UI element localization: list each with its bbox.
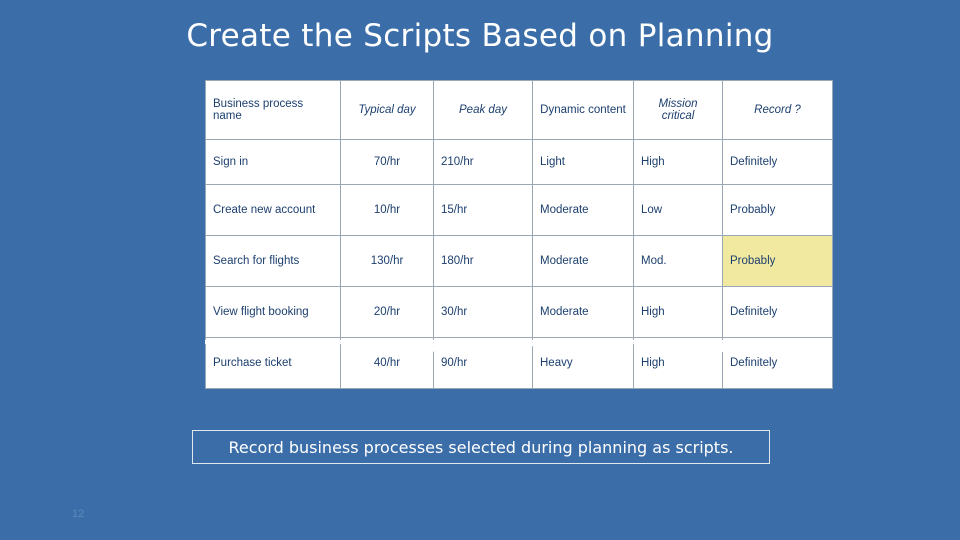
- cell-record-highlighted: Probably: [722, 235, 833, 287]
- cell-dynamic-content: Moderate: [532, 286, 634, 338]
- cell-dynamic-content: Moderate: [532, 184, 634, 236]
- business-process-table: Business process name Typical day Peak d…: [205, 80, 833, 389]
- table-row: Create new account 10/hr 15/hr Moderate …: [205, 184, 833, 236]
- page-title: Create the Scripts Based on Planning: [186, 18, 774, 54]
- cell-process-name: Search for flights: [205, 235, 341, 287]
- table-body: Sign in 70/hr 210/hr Light High Definite…: [205, 139, 833, 389]
- slide: Create the Scripts Based on Planning Bus…: [0, 0, 960, 540]
- cell-record: Definitely: [722, 286, 833, 338]
- cell-process-name: Create new account: [205, 184, 341, 236]
- header-typical-day: Typical day: [340, 80, 434, 140]
- cell-record: Probably: [722, 184, 833, 236]
- table-header: Business process name Typical day Peak d…: [205, 80, 833, 140]
- cell-typical-day: 10/hr: [340, 184, 434, 236]
- table-row: View flight booking 20/hr 30/hr Moderate…: [205, 286, 833, 338]
- cell-process-name: Sign in: [205, 139, 341, 185]
- table-row: Purchase ticket 40/hr 90/hr Heavy High D…: [205, 337, 833, 389]
- cell-peak-day: 90/hr: [433, 337, 533, 389]
- cell-mission-critical: Mod.: [633, 235, 723, 287]
- cell-record: Definitely: [722, 337, 833, 389]
- cell-typical-day: 70/hr: [340, 139, 434, 185]
- header-peak-day: Peak day: [433, 80, 533, 140]
- cell-typical-day: 20/hr: [340, 286, 434, 338]
- page-number: 12: [72, 508, 85, 520]
- cell-mission-critical: Low: [633, 184, 723, 236]
- header-mission-critical: Mission critical: [633, 80, 723, 140]
- table-row: Search for flights 130/hr 180/hr Moderat…: [205, 235, 833, 287]
- header-business-process-name: Business process name: [205, 80, 341, 140]
- cell-peak-day: 180/hr: [433, 235, 533, 287]
- cell-peak-day: 30/hr: [433, 286, 533, 338]
- cell-peak-day: 15/hr: [433, 184, 533, 236]
- cell-record: Definitely: [722, 139, 833, 185]
- cell-mission-critical: High: [633, 286, 723, 338]
- table-row: Sign in 70/hr 210/hr Light High Definite…: [205, 139, 833, 185]
- header-dynamic-content: Dynamic content: [532, 80, 634, 140]
- cell-mission-critical: High: [633, 337, 723, 389]
- cell-typical-day: 130/hr: [340, 235, 434, 287]
- cell-process-name: View flight booking: [205, 286, 341, 338]
- cell-mission-critical: High: [633, 139, 723, 185]
- table-header-row: Business process name Typical day Peak d…: [205, 80, 833, 140]
- cell-process-name: Purchase ticket: [205, 337, 341, 389]
- cell-dynamic-content: Light: [532, 139, 634, 185]
- cell-dynamic-content: Moderate: [532, 235, 634, 287]
- cell-peak-day: 210/hr: [433, 139, 533, 185]
- cell-dynamic-content: Heavy: [532, 337, 634, 389]
- business-process-table-wrapper: Business process name Typical day Peak d…: [205, 80, 833, 389]
- cell-typical-day: 40/hr: [340, 337, 434, 389]
- header-record: Record ?: [722, 80, 833, 140]
- callout-box: Record business processes selected durin…: [192, 430, 770, 464]
- callout-text: Record business processes selected durin…: [228, 437, 734, 457]
